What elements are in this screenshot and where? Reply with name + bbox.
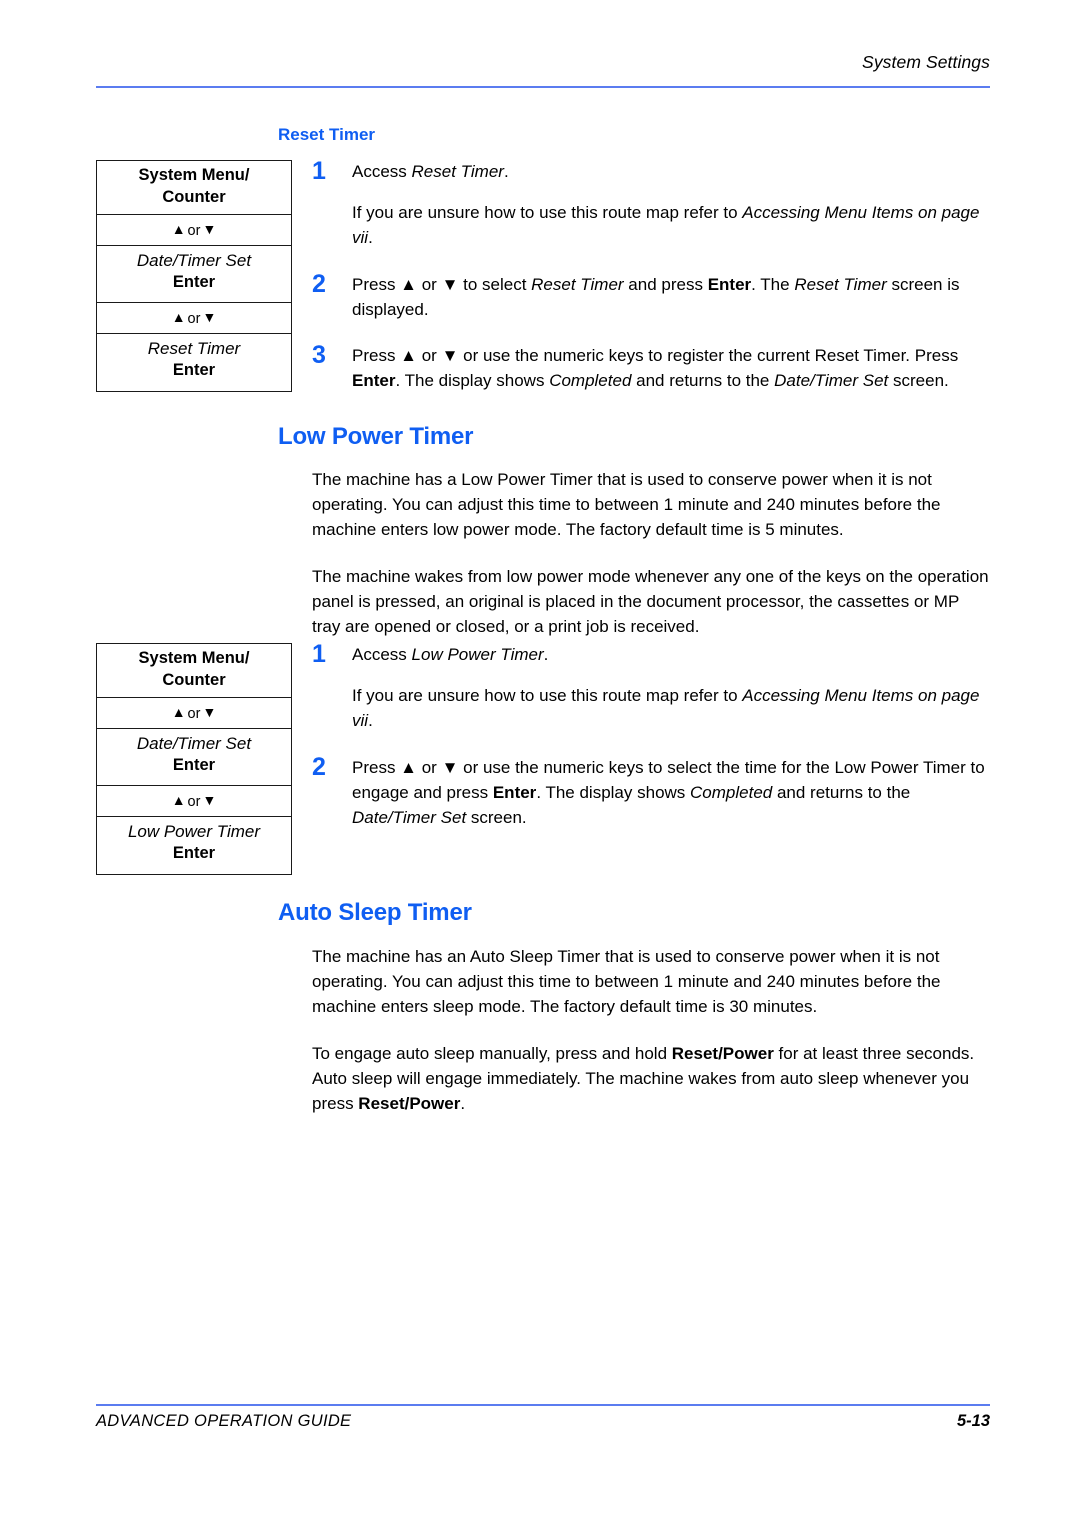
reset-timer-steps: 1 Access Reset Timer. If you are unsure … bbox=[312, 157, 990, 394]
route-map-row-system-menu: System Menu/ Counter bbox=[97, 644, 291, 698]
intro-paragraph: The machine wakes from low power mode wh… bbox=[312, 566, 989, 636]
step-paragraph: Press ▲ or ▼ or use the numeric keys to … bbox=[352, 757, 985, 827]
route-map-key-label-line1: System Menu/ bbox=[138, 166, 250, 184]
route-map-row-low-power-timer: Low Power Timer Enter bbox=[97, 817, 291, 874]
or-label: or bbox=[187, 223, 201, 239]
down-arrow-icon: ▼ bbox=[202, 704, 217, 720]
route-map-enter-key: Enter bbox=[172, 273, 216, 292]
route-map-row-system-menu: System Menu/ Counter bbox=[97, 161, 291, 215]
intro-paragraph: The machine has an Auto Sleep Timer that… bbox=[312, 947, 941, 1016]
route-map-reset-timer: System Menu/ Counter ▲ or ▼ Date/Timer Set… bbox=[96, 160, 292, 392]
step-item: 1 Access Low Power Timer. If you are uns… bbox=[312, 640, 990, 734]
step-body: Press ▲ or ▼ or use the numeric keys to … bbox=[352, 344, 990, 394]
route-map-low-power-timer: System Menu/ Counter ▲ or ▼ Date/Timer Set… bbox=[96, 643, 292, 875]
auto-sleep-timer-heading: Auto Sleep Timer bbox=[278, 899, 472, 926]
up-arrow-icon: ▲ bbox=[171, 221, 186, 237]
auto-sleep-timer-intro: The machine has an Auto Sleep Timer that… bbox=[312, 945, 990, 1117]
page-footer: ADVANCED OPERATION GUIDE 5-13 bbox=[96, 1412, 990, 1431]
document-page: System Settings Reset Timer System Menu/… bbox=[0, 0, 1080, 1528]
route-map-menu-item: Reset Timer bbox=[147, 339, 241, 358]
or-label: or bbox=[187, 794, 201, 810]
reset-timer-heading: Reset Timer bbox=[278, 125, 376, 144]
route-map-row-arrows-2: ▲ or ▼ bbox=[97, 786, 291, 817]
step-body: Press ▲ or ▼ or use the numeric keys to … bbox=[352, 756, 990, 831]
step-number: 1 bbox=[312, 640, 326, 668]
up-arrow-icon: ▲ bbox=[171, 704, 186, 720]
route-map-enter-key: Enter bbox=[172, 844, 216, 863]
low-power-timer-heading: Low Power Timer bbox=[278, 423, 474, 450]
route-map-key-label-line1: System Menu/ bbox=[138, 649, 250, 667]
route-map-row-date-timer-set: Date/Timer Set Enter bbox=[97, 246, 291, 303]
step-item: 1 Access Reset Timer. If you are unsure … bbox=[312, 157, 990, 251]
step-paragraph: Press ▲ or ▼ or use the numeric keys to … bbox=[352, 345, 959, 390]
down-arrow-icon: ▼ bbox=[202, 309, 217, 325]
step-paragraph: Access Reset Timer. bbox=[352, 162, 509, 181]
intro-paragraph: To engage auto sleep manually, press and… bbox=[312, 1043, 975, 1113]
step-item: 2 Press ▲ or ▼ to select Reset Timer and… bbox=[312, 269, 990, 323]
reset-timer-heading-wrap: Reset Timer bbox=[278, 125, 990, 145]
route-map-menu-item: Date/Timer Set bbox=[136, 251, 252, 270]
step-number: 2 bbox=[312, 752, 326, 781]
page-header: System Settings bbox=[96, 52, 990, 73]
step-paragraph: Press ▲ or ▼ to select Reset Timer and p… bbox=[352, 274, 960, 319]
route-map-row-reset-timer: Reset Timer Enter bbox=[97, 334, 291, 391]
route-map-key-label-line2: Counter bbox=[162, 187, 226, 206]
up-arrow-icon: ▲ bbox=[171, 309, 186, 325]
footer-guide-label: ADVANCED OPERATION GUIDE bbox=[96, 1412, 352, 1430]
route-map-row-date-timer-set: Date/Timer Set Enter bbox=[97, 729, 291, 786]
intro-paragraph: The machine has a Low Power Timer that i… bbox=[312, 470, 941, 539]
step-number: 3 bbox=[312, 340, 326, 369]
route-map-enter-key: Enter bbox=[172, 361, 216, 380]
low-power-timer-section: Low Power Timer bbox=[278, 423, 990, 450]
header-rule bbox=[96, 86, 990, 88]
footer-rule bbox=[96, 1404, 990, 1406]
step-number: 2 bbox=[312, 269, 326, 298]
down-arrow-icon: ▼ bbox=[202, 221, 217, 237]
page-header-title: System Settings bbox=[862, 52, 990, 72]
step-body: Access Low Power Timer. If you are unsur… bbox=[352, 643, 990, 734]
route-map-enter-key: Enter bbox=[172, 756, 216, 775]
step-item: 2 Press ▲ or ▼ or use the numeric keys t… bbox=[312, 752, 990, 831]
step-item: 3 Press ▲ or ▼ or use the numeric keys t… bbox=[312, 340, 990, 394]
low-power-timer-steps: 1 Access Low Power Timer. If you are uns… bbox=[312, 640, 990, 831]
step-paragraph: If you are unsure how to use this route … bbox=[352, 202, 980, 247]
route-map-row-arrows-2: ▲ or ▼ bbox=[97, 303, 291, 334]
or-label: or bbox=[187, 311, 201, 327]
up-arrow-icon: ▲ bbox=[171, 792, 186, 808]
footer-page-number: 5-13 bbox=[956, 1412, 990, 1430]
down-arrow-icon: ▼ bbox=[202, 792, 217, 808]
step-body: Press ▲ or ▼ to select Reset Timer and p… bbox=[352, 273, 990, 323]
step-paragraph: Access Low Power Timer. bbox=[352, 645, 549, 664]
or-label: or bbox=[187, 706, 201, 722]
route-map-key-label-line2: Counter bbox=[162, 670, 226, 689]
route-map-menu-item: Low Power Timer bbox=[127, 822, 261, 841]
route-map-row-arrows-1: ▲ or ▼ bbox=[97, 215, 291, 246]
low-power-timer-intro: The machine has a Low Power Timer that i… bbox=[312, 468, 990, 640]
route-map-row-arrows-1: ▲ or ▼ bbox=[97, 698, 291, 729]
step-body: Access Reset Timer. If you are unsure ho… bbox=[352, 160, 990, 251]
step-paragraph: If you are unsure how to use this route … bbox=[352, 685, 980, 730]
step-number: 1 bbox=[312, 157, 326, 185]
route-map-menu-item: Date/Timer Set bbox=[136, 734, 252, 753]
auto-sleep-timer-section: Auto Sleep Timer bbox=[278, 899, 990, 926]
